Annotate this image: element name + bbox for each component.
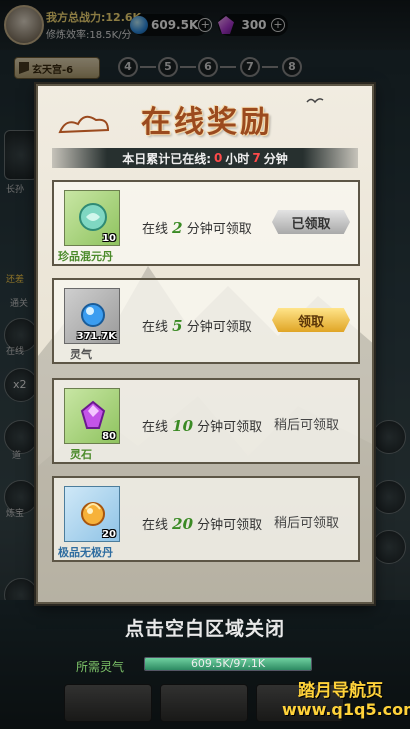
reward-item-slot[interactable]: 10 <box>64 190 120 246</box>
bird-icon <box>306 98 324 104</box>
reward-item-slot[interactable]: 20 <box>64 486 120 542</box>
reward-name: 灵石 <box>70 448 92 461</box>
reward-condition: 在线 5 分钟可领取 <box>142 317 252 335</box>
online-reward-panel: 在线奖励 本日累计已在线: 0 小时 7 分钟 10 珍品混元丹 在线 2 分钟… <box>36 84 374 604</box>
online-hours: 0 <box>214 151 223 165</box>
watermark-url: www.q1q5.com <box>282 700 410 719</box>
golden-pill-icon <box>81 502 105 526</box>
reward-name: 极品无极丹 <box>58 546 113 559</box>
reward-name: 珍品混元丹 <box>58 250 113 263</box>
spirit-crystal-icon <box>80 400 106 429</box>
claimed-button: 已领取 <box>272 210 350 234</box>
reward-row: 371.7K 灵气 在线 5 分钟可领取 领取 <box>52 278 360 364</box>
reward-row: 80 灵石 在线 10 分钟可领取 稍后可领取 <box>52 378 360 464</box>
reward-qty: 371.7K <box>76 331 116 342</box>
reward-qty: 20 <box>102 529 116 540</box>
online-time-bar: 本日累计已在线: 0 小时 7 分钟 <box>52 148 358 168</box>
cloud-decoration-icon <box>58 115 110 134</box>
reward-condition: 在线 20 分钟可领取 <box>142 515 263 533</box>
close-hint[interactable]: 点击空白区域关闭 <box>0 614 410 641</box>
hours-unit: 小时 <box>225 151 250 166</box>
spirit-orb-icon <box>81 303 105 327</box>
reward-row: 10 珍品混元丹 在线 2 分钟可领取 已领取 <box>52 180 360 266</box>
reward-condition: 在线 2 分钟可领取 <box>142 219 252 237</box>
online-prefix: 本日累计已在线: <box>122 151 212 166</box>
watermark-title: 踏月导航页 <box>298 681 383 701</box>
claim-later-label: 稍后可领取 <box>274 418 340 433</box>
modal-title-text: 在线奖励 <box>141 105 273 140</box>
reward-name: 灵气 <box>70 348 92 361</box>
claim-later-label: 稍后可领取 <box>274 516 340 531</box>
jade-pill-icon <box>79 203 107 231</box>
reward-qty: 80 <box>102 431 116 442</box>
reward-condition: 在线 10 分钟可领取 <box>142 417 263 435</box>
required-spirit-bar: 609.5K/97.1K <box>144 657 312 671</box>
reward-item-slot[interactable]: 371.7K <box>64 288 120 344</box>
online-minutes: 7 <box>252 151 261 165</box>
reward-row: 20 极品无极丹 在线 20 分钟可领取 稍后可领取 <box>52 476 360 562</box>
reward-item-slot[interactable]: 80 <box>64 388 120 444</box>
modal-title: 在线奖励 <box>118 98 296 140</box>
reward-qty: 10 <box>102 233 116 244</box>
minutes-unit: 分钟 <box>263 151 288 166</box>
required-spirit-label: 所需灵气 <box>76 660 125 674</box>
required-spirit-value: 609.5K/97.1K <box>190 657 266 670</box>
claim-button[interactable]: 领取 <box>272 308 350 332</box>
